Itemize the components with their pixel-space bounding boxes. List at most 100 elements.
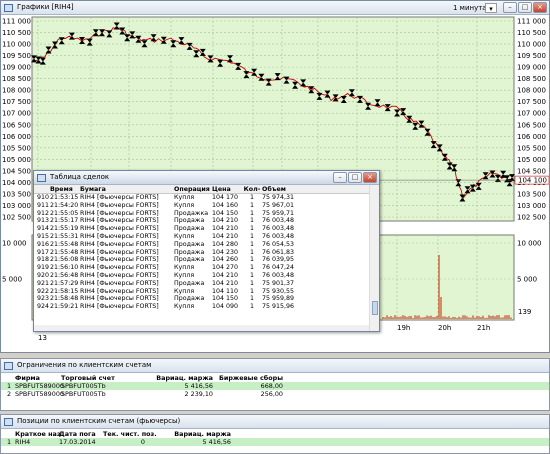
limits-column-header[interactable]: Торговый счет [61, 374, 153, 382]
deals-row[interactable]: 921 21:57:29 RIH4 [Фьючерсы FORTS] Продажа 1… [34, 280, 369, 288]
deals-row[interactable]: 924 21:59:21 RIH4 [Фьючерсы FORTS] Купля 104… [34, 303, 369, 311]
price-tick-right: 110 000 [517, 41, 546, 49]
deals-column-header[interactable] [34, 185, 50, 193]
scroll-thumb[interactable] [372, 301, 378, 315]
positions-column-header[interactable]: Тек. чист. поз. [103, 430, 157, 438]
limits-cell: SPBFUT005Tb [61, 382, 106, 390]
maximize-button[interactable]: □ [518, 2, 532, 13]
deals-cell: 21:55:31 [50, 232, 79, 240]
deals-row[interactable]: 911 21:54:20 RIH4 [Фьючерсы FORTS] Купля 104… [34, 202, 369, 210]
deals-cell: Продажа [174, 295, 205, 303]
deals-row[interactable]: 913 21:55:17 RIH4 [Фьючерсы FORTS] Продажа 1… [34, 217, 369, 225]
positions-column-header[interactable] [1, 430, 15, 438]
limits-column-header[interactable] [1, 374, 15, 382]
deals-cell: Продажа [174, 240, 205, 248]
time-tick: 21h [477, 324, 490, 332]
deals-cell: 1 [249, 287, 254, 295]
positions-column-header[interactable]: Дата пога [59, 430, 103, 438]
extra-axis-label: 13 [38, 334, 47, 342]
deals-cell: Купля [174, 287, 195, 295]
price-tick-right: 103 000 [517, 202, 546, 210]
deals-close-button[interactable]: × [363, 172, 377, 183]
chart-window-icon [4, 4, 13, 12]
deals-row[interactable]: 917 21:55:48 RIH4 [Фьючерсы FORTS] Продажа 1… [34, 249, 369, 257]
close-button[interactable]: × [533, 2, 547, 13]
deals-column-header[interactable]: Объем [262, 185, 312, 193]
deals-cell: RIH4 [Фьючерсы FORTS] [80, 240, 159, 248]
price-tick-left: 107 000 [2, 110, 31, 118]
limits-cell: SPBFUT589000 [15, 382, 64, 390]
price-tick-left: 105 500 [2, 144, 31, 152]
limits-row[interactable]: 2 SPBFUT589000 SPBFUT005Tb 2 239,10 256,00 [1, 390, 549, 398]
deals-column-header[interactable]: Кол- [242, 185, 262, 193]
deals-vertical-scrollbar[interactable] [369, 185, 379, 331]
deals-column-header[interactable]: Цена [212, 185, 242, 193]
deals-row[interactable]: 915 21:55:31 RIH4 [Фьючерсы FORTS] Купля 104… [34, 233, 369, 241]
deals-cell: RIH4 [Фьючерсы FORTS] [80, 287, 159, 295]
limits-column-header[interactable]: Вариац. маржа [153, 374, 217, 382]
deals-cell: Продажа [174, 248, 205, 256]
chart-window-buttons: – □ × [503, 2, 547, 13]
positions-row[interactable]: 1 RIH4 17.03.2014 0 5 416,56 [1, 438, 549, 446]
deals-minimize-button[interactable]: – [333, 172, 347, 183]
deals-column-header[interactable]: Бумага [80, 185, 174, 193]
positions-titlebar: Позиции по клиентским счетам (фьючерсы) [1, 415, 549, 429]
deals-cell: RIH4 [Фьючерсы FORTS] [80, 194, 159, 201]
limits-row[interactable]: 1 SPBFUT589000 SPBFUT005Tb 5 416,56 668,00 [1, 382, 549, 390]
deals-cell: 76 003,48 [262, 232, 295, 240]
deals-cell: 1 [249, 209, 254, 217]
deals-cell: RIH4 [Фьючерсы FORTS] [80, 279, 159, 287]
deals-cell: Купля [174, 201, 195, 209]
deals-maximize-button[interactable]: □ [348, 172, 362, 183]
price-tick-left: 108 000 [2, 87, 31, 95]
limits-column-header[interactable]: Биржевые сборы [217, 374, 287, 382]
price-tick-left: 106 500 [2, 121, 31, 129]
deals-window[interactable]: Таблица сделок – □ × Время Бумага Операция… [33, 170, 380, 332]
deals-cell: 104 210 [212, 225, 239, 233]
deals-row[interactable]: 919 21:56:10 RIH4 [Фьючерсы FORTS] Купля 104… [34, 264, 369, 272]
deals-cell: RIH4 [Фьючерсы FORTS] [80, 201, 159, 209]
deals-horizontal-scrollbar[interactable] [34, 325, 369, 331]
deals-row[interactable]: 916 21:55:48 RIH4 [Фьючерсы FORTS] Продажа 1… [34, 241, 369, 249]
deals-table[interactable]: Время Бумага Операция Цена Кол- Объем 910 21:53… [34, 185, 369, 311]
deals-row[interactable]: 912 21:55:05 RIH4 [Фьючерсы FORTS] Продажка… [34, 210, 369, 218]
deals-cell: 76 003,48 [262, 271, 295, 279]
deals-cell: 76 039,95 [262, 256, 295, 264]
positions-table[interactable]: Краткое наз Дата пога Тек. чист. поз. Вариа… [1, 430, 549, 446]
deals-cell: RIH4 [Фьючерсы FORTS] [80, 225, 159, 233]
deals-row[interactable]: 920 21:56:48 RIH4 [Фьючерсы FORTS] Купля 104… [34, 272, 369, 280]
deals-row[interactable]: 918 21:56:08 RIH4 [Фьючерсы FORTS] Продажа 1… [34, 256, 369, 264]
deals-cell: 1 [249, 248, 254, 256]
deals-cell: 76 061,83 [262, 248, 295, 256]
deals-column-header[interactable]: Время [50, 185, 80, 193]
deals-row[interactable]: 923 21:58:48 RIH4 [Фьючерсы FORTS] Продажа 1… [34, 295, 369, 303]
deals-row[interactable]: 914 21:55:19 RIH4 [Фьючерсы FORTS] Продажа 1… [34, 225, 369, 233]
timeframe-label[interactable]: 1 минута [453, 3, 487, 13]
deals-cell: 21:59:21 [50, 303, 79, 311]
deals-cell: Купля [174, 303, 195, 311]
timeframe-dropdown-icon[interactable]: ▾ [485, 3, 497, 13]
price-tick-right: 105 000 [517, 156, 546, 164]
limits-window-icon [4, 362, 13, 370]
limits-table[interactable]: Фирма Торговый счет Вариац. маржа Биржевые … [1, 374, 549, 398]
deals-cell: 21:55:48 [50, 248, 79, 256]
price-tick-right: 110 500 [517, 29, 546, 37]
deals-cell: 922 [37, 287, 50, 295]
deals-cell: 921 [37, 279, 50, 287]
positions-column-header[interactable]: Вариац. маржа [149, 430, 235, 438]
deals-row[interactable]: 922 21:58:15 RIH4 [Фьючерсы FORTS] Купля 104… [34, 288, 369, 296]
deals-cell: 21:56:08 [50, 256, 79, 264]
deals-cell: 104 210 [212, 217, 239, 225]
limits-column-header[interactable]: Фирма [15, 374, 61, 382]
deals-column-header[interactable]: Операция [174, 185, 212, 193]
minimize-button[interactable]: – [503, 2, 517, 13]
limits-cell: 256,00 [260, 390, 283, 398]
deals-cell: 1 [249, 256, 254, 264]
limits-titlebar: Ограничения по клиентским счетам [1, 359, 549, 373]
deals-cell: 75 901,37 [262, 279, 295, 287]
positions-column-header[interactable]: Краткое наз [15, 430, 61, 438]
deals-cell: 917 [37, 248, 50, 256]
limits-cell: 2 239,10 [184, 390, 213, 398]
deals-cell: 21:58:15 [50, 287, 79, 295]
deals-row[interactable]: 910 21:53:15 RIH4 [Фьючерсы FORTS] Купля 104… [34, 194, 369, 202]
